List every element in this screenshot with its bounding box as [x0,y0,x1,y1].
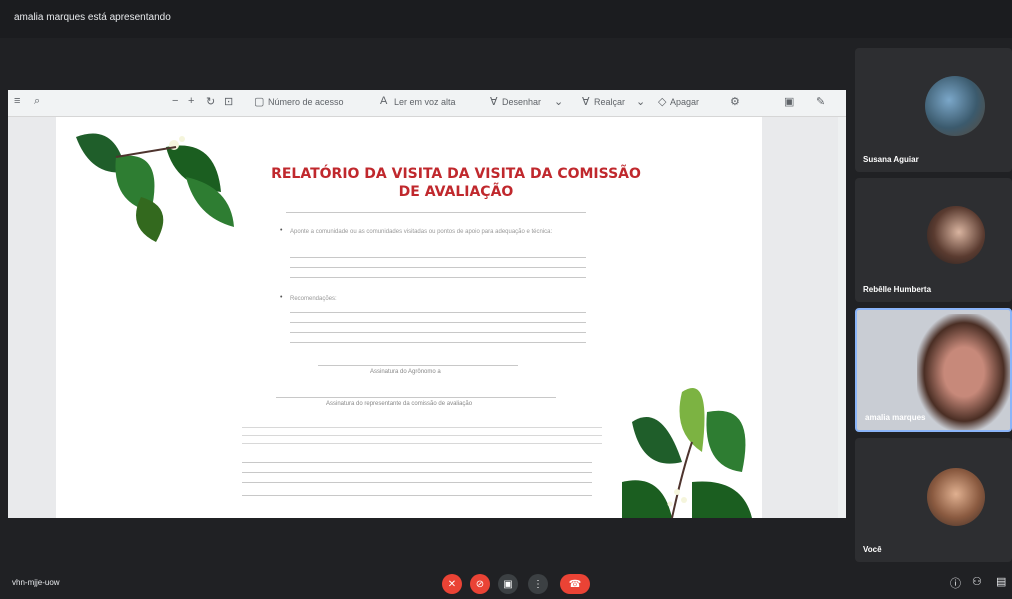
answer-line [290,312,586,313]
pin-icon[interactable]: ✎ [816,95,825,108]
highlight-button[interactable]: Realçar [594,97,625,107]
document-toolbar: ≡ ⌕ − + ↻ ⊡ ▢ Número de acesso A Ler em … [8,90,846,117]
end-call-button[interactable]: ☎ [560,574,590,594]
present-icon: ▣ [503,578,513,590]
participant-tile-active-speaker[interactable]: amalia marques [855,308,1012,432]
menu-icon[interactable]: ≡ [14,95,20,107]
leaves-decoration-top-left [76,133,234,242]
signature-line [276,397,556,398]
participant-avatar [927,206,985,264]
participant-video [917,314,1010,430]
phone-hangup-icon: ☎ [568,578,582,590]
signature-line [318,365,518,366]
participant-name: Rebêlle Humberta [863,285,932,294]
participant-tile[interactable]: Susana Aguiar [855,48,1012,172]
document-area: RELATÓRIO DA VISITA DA VISITA DA COMISSÃ… [8,117,846,518]
bullet-icon: • [280,227,283,234]
chat-icon[interactable]: ▤ [996,575,1006,588]
microphone-off-button[interactable]: ✕ [442,574,462,594]
people-icon[interactable]: ⚇ [972,575,982,588]
draw-button[interactable]: Desenhar [502,97,541,107]
draw-dropdown-icon[interactable]: ⌄ [554,95,563,108]
text-line [242,435,602,436]
meeting-code: vhn-mjje-uow [12,578,60,587]
document-scrollbar[interactable] [838,117,846,518]
mic-off-icon: ✕ [447,578,457,590]
answer-line [290,257,586,258]
participant-tile[interactable]: Rebêlle Humberta [855,178,1012,302]
answer-line [290,332,586,333]
erase-button[interactable]: Apagar [670,97,699,107]
participant-name: Você [863,545,882,554]
answer-line [290,342,586,343]
camera-off-icon: ⊘ [475,578,485,590]
divider-line [286,212,586,213]
answer-line [290,267,586,268]
participant-tile[interactable]: Você [855,438,1012,562]
answer-line [242,495,592,496]
draw-icon: ∀ [490,96,498,108]
section-2-text: Recomendações: [290,296,337,302]
document-title-line-2: DE AVALIAÇÃO [398,184,514,200]
text-line [242,443,602,444]
eraser-icon: ◇ [658,96,667,108]
zoom-in-icon[interactable]: + [188,95,194,107]
highlight-dropdown-icon[interactable]: ⌄ [636,95,645,108]
answer-line [242,482,592,483]
top-bar: amalia marques está apresentando [0,0,1012,38]
answer-line [290,277,586,278]
leaves-decoration-bottom-right [622,388,752,518]
highlight-icon: ∀ [582,96,590,108]
present-button[interactable]: ▣ [498,574,518,594]
participant-name: Susana Aguiar [863,155,919,164]
fit-page-icon[interactable]: ⊡ [224,95,233,108]
answer-line [290,322,586,323]
participant-avatar [927,468,985,526]
signature-label-2: Assinatura do representante da comissão … [326,401,473,407]
text-line [242,427,602,428]
participant-name: amalia marques [865,413,926,422]
info-icon[interactable]: ⓘ [950,575,961,591]
document-title-line-1: RELATÓRIO DA VISITA DA VISITA DA COMISSÃ… [271,166,641,182]
camera-off-button[interactable]: ⊘ [470,574,490,594]
bottom-control-bar: vhn-mjje-uow ✕ ⊘ ▣ ⋮ ☎ ⓘ ⚇ ▤ [0,566,1012,599]
read-aloud-icon: A [380,95,388,107]
settings-icon[interactable]: ⚙ [730,95,740,108]
shared-document-window: ≡ ⌕ − + ↻ ⊡ ▢ Número de acesso A Ler em … [8,90,846,518]
answer-line [242,472,592,473]
bullet-icon: • [280,294,283,301]
search-icon[interactable]: ⌕ [34,95,40,108]
document-page: RELATÓRIO DA VISITA DA VISITA DA COMISSÃ… [56,117,762,518]
answer-line [242,462,592,463]
rotate-icon[interactable]: ↻ [206,95,215,108]
read-aloud-button[interactable]: Ler em voz alta [394,97,456,107]
document-title: RELATÓRIO DA VISITA DA VISITA DA COMISSÃ… [226,165,686,201]
section-1-text: Aponte a comunidade ou as comunidades vi… [290,229,553,235]
signature-label-1: Assinatura do Agrônomo a [370,369,441,375]
more-options-button[interactable]: ⋮ [528,574,548,594]
presenting-notice: amalia marques está apresentando [14,12,171,23]
page-number-button[interactable]: Número de acesso [268,97,344,107]
participant-avatar [925,76,985,136]
zoom-out-icon[interactable]: − [172,95,178,107]
more-vert-icon: ⋮ [533,578,543,590]
page-icon: ▢ [254,96,265,108]
save-icon[interactable]: ▣ [784,95,794,108]
